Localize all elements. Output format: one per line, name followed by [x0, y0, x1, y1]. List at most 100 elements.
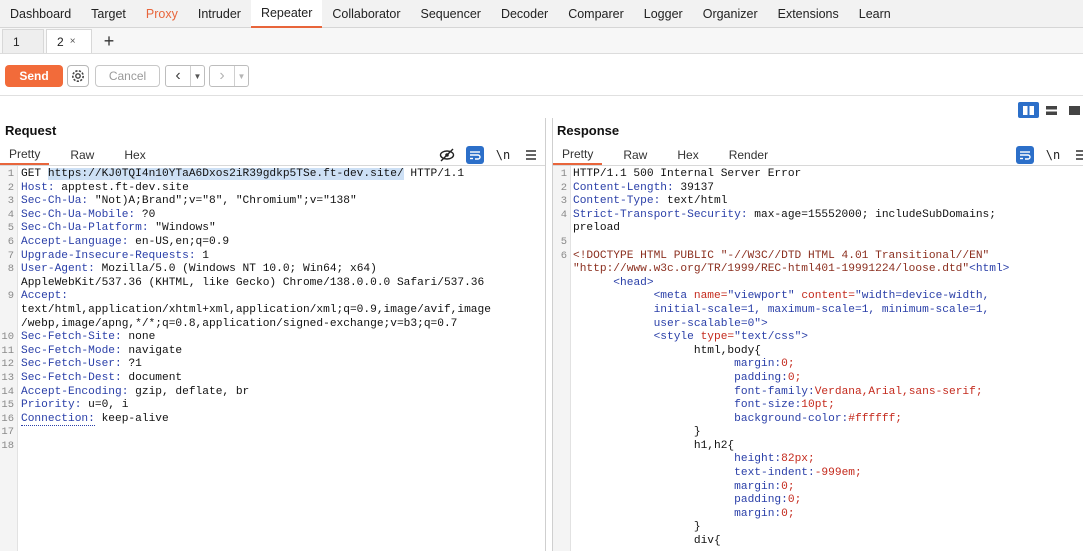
code-line: 12 Sec-Fetch-User: ?1: [0, 358, 545, 372]
wrap-lines-icon[interactable]: [1016, 146, 1034, 164]
nav-tab-dashboard[interactable]: Dashboard: [0, 0, 81, 28]
cancel-button[interactable]: Cancel: [95, 65, 160, 87]
chevron-left-icon: ‹: [175, 67, 181, 84]
tab-raw[interactable]: Raw: [614, 145, 656, 165]
back-history-dropdown[interactable]: ▼: [190, 66, 204, 86]
code-line: }: [553, 426, 1083, 440]
tab-hex[interactable]: Hex: [668, 145, 707, 165]
nav-tab-learn[interactable]: Learn: [849, 0, 901, 28]
header-name: Content-Length:: [573, 181, 674, 194]
code-token: none: [121, 331, 156, 344]
code-text: Accept-Encoding: gzip, deflate, br: [21, 386, 249, 400]
nav-tab-logger[interactable]: Logger: [634, 0, 693, 28]
nav-tab-repeater[interactable]: Repeater: [250, 0, 323, 28]
nav-tab-decoder[interactable]: Decoder: [491, 0, 558, 28]
newline-icon[interactable]: \n: [1044, 146, 1062, 164]
repeater-tab-2[interactable]: 2 ×: [46, 29, 92, 53]
repeater-tab-1[interactable]: 1: [2, 29, 44, 53]
newline-icon[interactable]: \n: [494, 146, 512, 164]
nav-tab-comparer[interactable]: Comparer: [558, 0, 634, 28]
css-property: margin:: [734, 480, 782, 493]
tab-render[interactable]: Render: [720, 145, 777, 165]
html-tag: >: [801, 331, 809, 344]
tab-raw[interactable]: Raw: [61, 145, 103, 165]
wrap-lines-icon[interactable]: [466, 146, 484, 164]
code-text: padding:0;: [573, 372, 801, 386]
response-view-tabs: Pretty Raw Hex Render: [553, 145, 789, 165]
code-token: apptest.ft-dev.site: [54, 181, 189, 194]
response-editor[interactable]: 1 HTTP/1.1 500 Internal Server Error 2 Cont…: [553, 166, 1083, 551]
header-name: Connection:: [21, 412, 95, 426]
response-pane: Response Pretty Raw Hex Render \n 1 HTTP/…: [552, 118, 1083, 551]
nav-tab-proxy[interactable]: Proxy: [136, 0, 188, 28]
code-text: initial-scale=1, maximum-scale=1, minimu…: [573, 303, 990, 318]
header-name: Sec-Ch-Ua-Mobile:: [21, 208, 136, 221]
nav-tab-extensions[interactable]: Extensions: [768, 0, 849, 28]
code-text: Sec-Ch-Ua-Mobile: ?0: [21, 209, 155, 223]
code-line: 8 User-Agent: Mozilla/5.0 (Windows NT 10.…: [0, 263, 545, 277]
layout-stacked-button[interactable]: [1041, 102, 1062, 118]
css-value: 82px;: [781, 453, 815, 466]
nav-tab-organizer[interactable]: Organizer: [693, 0, 768, 28]
code-line: 13 Sec-Fetch-Dest: document: [0, 372, 545, 386]
code-text: HTTP/1.1 500 Internal Server Error: [573, 168, 801, 182]
code-line: 16 Connection: keep-alive: [0, 412, 545, 427]
code-text: margin:0;: [573, 508, 794, 522]
forward-history-dropdown[interactable]: ▼: [234, 66, 248, 86]
back-button[interactable]: ‹: [166, 66, 190, 86]
code-text: Sec-Fetch-User: ?1: [21, 358, 142, 372]
close-icon[interactable]: ×: [70, 36, 76, 47]
code-text: preload: [573, 222, 620, 236]
add-tab-button[interactable]: +: [96, 29, 122, 53]
request-code: 1 GET https://KJ0TQI4n10YTaA6Dxos2iR39gdk…: [0, 168, 545, 453]
code-line: <head>: [553, 277, 1083, 291]
code-line: margin:0;: [553, 358, 1083, 372]
css-value: 0;: [787, 371, 802, 384]
request-editor[interactable]: 1 GET https://KJ0TQI4n10YTaA6Dxos2iR39gdk…: [0, 166, 545, 551]
css-value: 0;: [787, 494, 802, 507]
attr-value: initial-scale=1, maximum-scale=1, minimu…: [653, 303, 990, 316]
code-line: 14 Accept-Encoding: gzip, deflate, br: [0, 386, 545, 400]
nav-tab-sequencer[interactable]: Sequencer: [410, 0, 490, 28]
nav-tab-collaborator[interactable]: Collaborator: [322, 0, 410, 28]
toolbar: Send Cancel ‹ ▼ › ▼: [0, 54, 1083, 96]
line-number: 13: [1, 371, 14, 384]
line-number: 1: [560, 168, 567, 180]
attr-name: content=: [801, 290, 856, 303]
menu-icon[interactable]: [522, 146, 540, 164]
send-button[interactable]: Send: [5, 65, 63, 87]
hide-icon[interactable]: [438, 146, 456, 164]
code-token: u=0, i: [81, 399, 129, 412]
nav-tab-intruder[interactable]: Intruder: [188, 0, 251, 28]
menu-icon[interactable]: [1072, 146, 1083, 164]
css-value: #ffffff;: [848, 412, 902, 425]
layout-side-by-side-button[interactable]: [1018, 102, 1039, 118]
tab-hex[interactable]: Hex: [115, 145, 154, 165]
repeater-tab-label: 2: [57, 34, 64, 49]
css-property: font-family:: [734, 385, 815, 398]
line-number: 1: [7, 168, 14, 180]
tab-pretty[interactable]: Pretty: [553, 145, 603, 165]
attr-value: "text/css": [734, 331, 802, 344]
code-line: 3 Content-Type: text/html: [553, 195, 1083, 209]
settings-button[interactable]: [67, 65, 89, 87]
forward-nav: › ▼: [209, 65, 249, 87]
code-line: initial-scale=1, maximum-scale=1, minimu…: [553, 304, 1083, 318]
line-number: 12: [1, 358, 14, 371]
forward-button[interactable]: ›: [210, 66, 234, 86]
code-text: text-indent:-999em;: [573, 467, 862, 481]
code-token: AppleWebKit/537.36 (KHTML, like Gecko) C…: [21, 276, 485, 289]
code-token: "Not)A;Brand";v="8", "Chromium";v="138": [88, 195, 357, 208]
layout-tabs-button[interactable]: [1064, 102, 1083, 118]
header-name: Sec-Fetch-User:: [21, 358, 122, 371]
code-text: text/html,application/xhtml+xml,applicat…: [21, 304, 491, 318]
code-line: user-scalable=0">: [553, 318, 1083, 332]
code-text: Host: apptest.ft-dev.site: [21, 182, 189, 196]
code-text: GET https://KJ0TQI4n10YTaA6Dxos2iR39gdkp…: [21, 168, 464, 182]
tab-pretty[interactable]: Pretty: [0, 145, 50, 165]
line-number: 11: [1, 344, 14, 357]
code-token: Mozilla/5.0 (Windows NT 10.0; Win64; x64…: [94, 263, 377, 276]
line-number: 2: [560, 181, 567, 194]
html-tag: >: [761, 317, 768, 330]
nav-tab-target[interactable]: Target: [81, 0, 136, 28]
